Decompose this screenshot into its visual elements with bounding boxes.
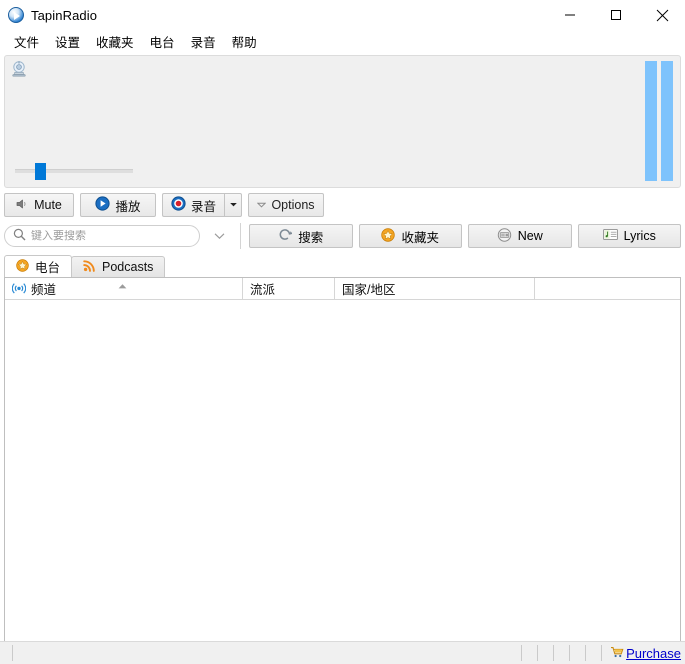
column-header-channel[interactable]: 频道: [5, 278, 242, 299]
window-title: TapinRadio: [31, 7, 98, 23]
search-toolbar: 搜索 收藏夹 New: [4, 223, 681, 249]
status-message: [12, 645, 521, 661]
sort-ascending-icon: [117, 279, 128, 293]
lyrics-note-icon: [602, 228, 618, 244]
tab-stations[interactable]: 电台: [4, 255, 73, 277]
column-header-country[interactable]: 国家/地区: [334, 278, 534, 299]
minimize-icon[interactable]: [547, 0, 593, 30]
record-icon: [171, 196, 186, 214]
player-panel: [4, 55, 681, 188]
mute-button-label: Mute: [34, 198, 62, 212]
menu-item-recording[interactable]: 录音: [183, 30, 224, 53]
chevron-down-icon: [229, 198, 238, 212]
search-input[interactable]: [31, 230, 181, 242]
menu-item-favorites[interactable]: 收藏夹: [88, 30, 142, 53]
status-segment-3: [553, 645, 569, 661]
menu-item-settings[interactable]: 设置: [47, 30, 88, 53]
title-bar: TapinRadio: [0, 0, 685, 30]
record-button[interactable]: 录音: [162, 193, 224, 217]
status-segment-1: [521, 645, 537, 661]
mute-button[interactable]: Mute: [4, 193, 74, 217]
rss-icon: [83, 259, 96, 275]
lyrics-button-label: Lyrics: [623, 229, 656, 243]
status-segment-5: [585, 645, 601, 661]
station-list-body[interactable]: [5, 300, 680, 654]
menu-bar: 文件 设置 收藏夹 电台 录音 帮助: [0, 30, 685, 52]
station-list: 频道 流派 国家/地区: [4, 277, 681, 655]
search-box[interactable]: [4, 225, 200, 247]
menu-item-file[interactable]: 文件: [6, 30, 47, 53]
radio-icon: [497, 227, 512, 245]
tab-stations-label: 电台: [35, 261, 61, 275]
title-bar-left: TapinRadio: [0, 7, 97, 23]
status-segment-4: [569, 645, 585, 661]
tab-podcasts-label: Podcasts: [102, 260, 154, 274]
options-button[interactable]: Options: [248, 193, 324, 217]
chevron-down-small-icon: [257, 198, 267, 212]
menu-item-help[interactable]: 帮助: [224, 30, 265, 53]
volume-slider-thumb[interactable]: [35, 163, 46, 180]
volume-slider-track: [15, 169, 133, 173]
close-icon[interactable]: [639, 0, 685, 30]
column-header-genre[interactable]: 流派: [242, 278, 334, 299]
tab-bar: 电台 Podcasts: [4, 255, 681, 277]
record-button-group: 录音: [162, 193, 242, 217]
play-button-label: 播放: [115, 199, 141, 214]
vu-meter: [645, 61, 673, 181]
vu-meter-bar-left: [645, 61, 657, 181]
column-header-channel-label: 频道: [31, 283, 57, 297]
new-button[interactable]: New: [468, 224, 572, 248]
maximize-icon[interactable]: [593, 0, 639, 30]
search-icon: [13, 228, 26, 244]
menu-item-stations[interactable]: 电台: [142, 30, 183, 53]
transport-toolbar: Mute 播放 录音 Options: [4, 193, 681, 217]
purchase-area[interactable]: Purchase: [601, 645, 685, 661]
play-button[interactable]: 播放: [80, 193, 156, 217]
cart-icon: [610, 646, 624, 661]
toolbar-divider: [240, 223, 241, 249]
record-button-label: 录音: [190, 199, 216, 214]
vu-meter-bar-right: [661, 61, 673, 181]
search-arrow-icon: [278, 228, 293, 245]
status-bar: Purchase: [0, 641, 685, 664]
record-dropdown-button[interactable]: [224, 193, 242, 217]
station-list-header: 频道 流派 国家/地区: [5, 278, 680, 300]
star-icon: [381, 227, 396, 245]
search-button-label: 搜索: [298, 230, 324, 245]
lyrics-button[interactable]: Lyrics: [577, 224, 681, 248]
search-history-dropdown[interactable]: [206, 225, 232, 247]
play-icon: [95, 196, 111, 214]
favorites-button[interactable]: 收藏夹: [358, 224, 462, 248]
column-header-filler: [534, 278, 680, 299]
favorites-button-label: 收藏夹: [401, 230, 439, 245]
column-header-country-label: 国家/地区: [342, 283, 396, 297]
options-button-label: Options: [271, 198, 315, 212]
satellite-dish-icon: [10, 60, 28, 78]
broadcast-icon: [11, 281, 27, 297]
window-controls: [547, 0, 685, 30]
status-segment-2: [537, 645, 553, 661]
column-header-genre-label: 流派: [250, 283, 276, 297]
app-logo-play-circle-icon: [8, 7, 24, 23]
star-icon: [16, 258, 29, 275]
new-button-label: New: [517, 229, 543, 243]
tab-podcasts[interactable]: Podcasts: [71, 256, 166, 277]
purchase-link[interactable]: Purchase: [626, 646, 681, 661]
volume-slider[interactable]: [15, 163, 580, 180]
search-button[interactable]: 搜索: [249, 224, 353, 248]
speaker-icon: [16, 198, 29, 213]
